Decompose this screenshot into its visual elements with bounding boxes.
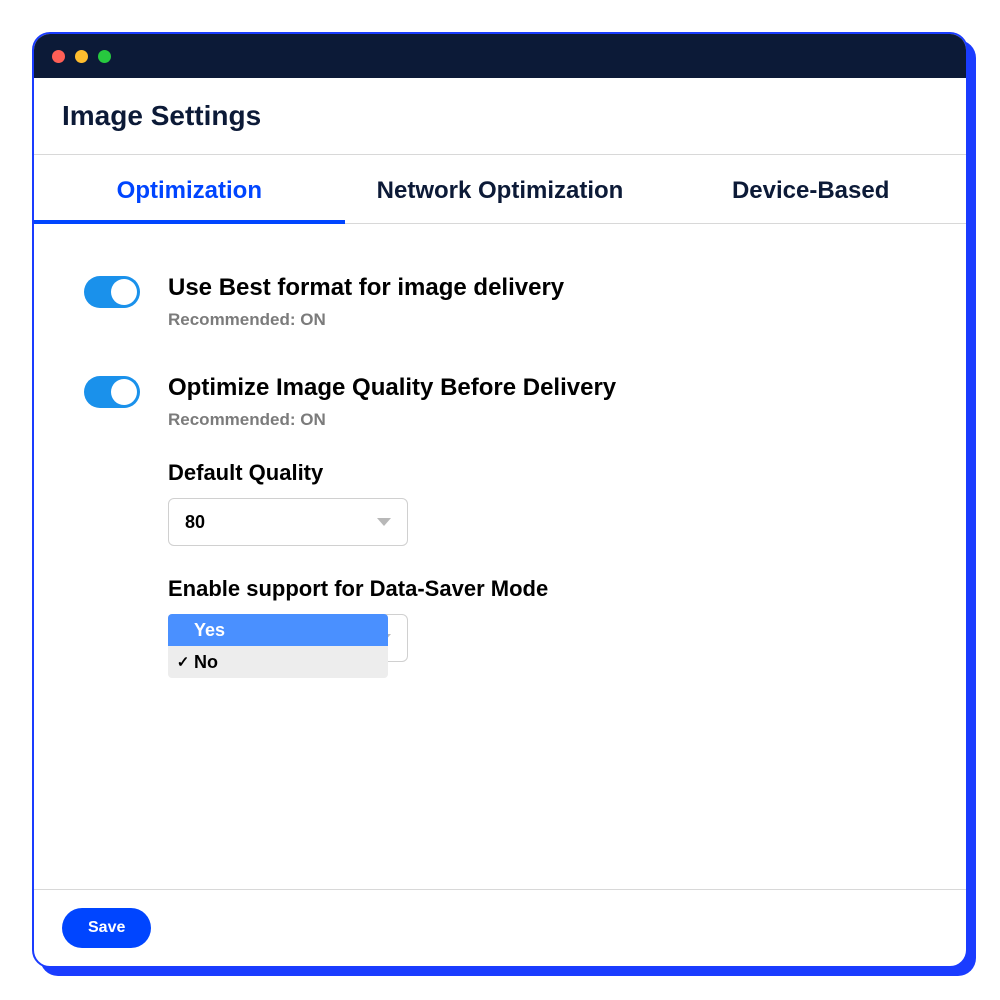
window-maximize-dot[interactable] [98, 50, 111, 63]
data-saver-dropdown: ✓ Yes ✓ No [168, 614, 388, 678]
setting-optimize-quality: Optimize Image Quality Before Delivery R… [84, 374, 916, 614]
settings-content: Use Best format for image delivery Recom… [34, 224, 966, 889]
toggle-knob-icon [111, 379, 137, 405]
tabs-bar: Optimization Network Optimization Device… [34, 155, 966, 224]
window-minimize-dot[interactable] [75, 50, 88, 63]
page-header: Image Settings [34, 78, 966, 155]
toggle-optimize-quality[interactable] [84, 376, 140, 408]
setting-optimize-quality-title: Optimize Image Quality Before Delivery [168, 374, 916, 402]
option-label: Yes [194, 620, 225, 641]
tab-network-optimization[interactable]: Network Optimization [345, 155, 656, 223]
setting-best-format-subtitle: Recommended: ON [168, 310, 916, 330]
toggle-knob-icon [111, 279, 137, 305]
data-saver-option-yes[interactable]: ✓ Yes [168, 614, 388, 646]
window-close-dot[interactable] [52, 50, 65, 63]
tab-device-based[interactable]: Device-Based [655, 155, 966, 223]
footer: Save [34, 889, 966, 966]
setting-optimize-quality-body: Optimize Image Quality Before Delivery R… [168, 374, 916, 614]
default-quality-select[interactable]: 80 [168, 498, 408, 546]
option-label: No [194, 652, 218, 673]
default-quality-value: 80 [185, 512, 205, 533]
toggle-best-format[interactable] [84, 276, 140, 308]
settings-window: Image Settings Optimization Network Opti… [32, 32, 968, 968]
setting-best-format-title: Use Best format for image delivery [168, 274, 916, 302]
setting-best-format: Use Best format for image delivery Recom… [84, 274, 916, 330]
page-title: Image Settings [62, 100, 938, 132]
default-quality-label: Default Quality [168, 460, 916, 486]
save-button[interactable]: Save [62, 908, 151, 948]
data-saver-label: Enable support for Data-Saver Mode [168, 576, 916, 602]
chevron-down-icon [377, 518, 391, 526]
setting-optimize-quality-subtitle: Recommended: ON [168, 410, 916, 430]
data-saver-group: Enable support for Data-Saver Mode ✓ Yes [168, 576, 916, 602]
setting-best-format-body: Use Best format for image delivery Recom… [168, 274, 916, 330]
window-titlebar [34, 34, 966, 78]
default-quality-group: Default Quality 80 [168, 460, 916, 546]
data-saver-option-no[interactable]: ✓ No [168, 646, 388, 678]
check-icon: ✓ [174, 653, 192, 671]
tab-optimization[interactable]: Optimization [34, 155, 345, 223]
